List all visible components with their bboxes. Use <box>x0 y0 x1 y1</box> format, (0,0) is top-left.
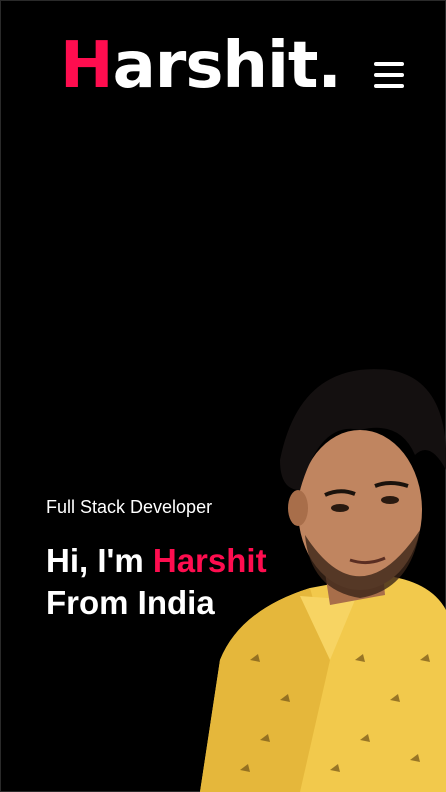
greeting-text: Hi, I'm <box>46 542 144 579</box>
logo-rest: arshit <box>112 29 319 103</box>
menu-bar <box>374 62 404 66</box>
hero-subtitle: Full Stack Developer <box>46 497 213 517</box>
menu-bar <box>374 73 404 77</box>
logo-first-letter: H <box>60 29 114 103</box>
hero-name: Harshit <box>152 542 267 579</box>
menu-bar <box>374 84 404 88</box>
hamburger-menu-icon[interactable] <box>374 62 404 88</box>
headline-line-1: Hi, I'm Harshit <box>46 540 267 582</box>
headline-line-2: From India <box>46 584 215 621</box>
logo-dot: . <box>317 29 342 103</box>
hero-headline: Hi, I'm Harshit From India <box>46 540 267 624</box>
site-logo[interactable]: Harshit. <box>60 29 342 103</box>
